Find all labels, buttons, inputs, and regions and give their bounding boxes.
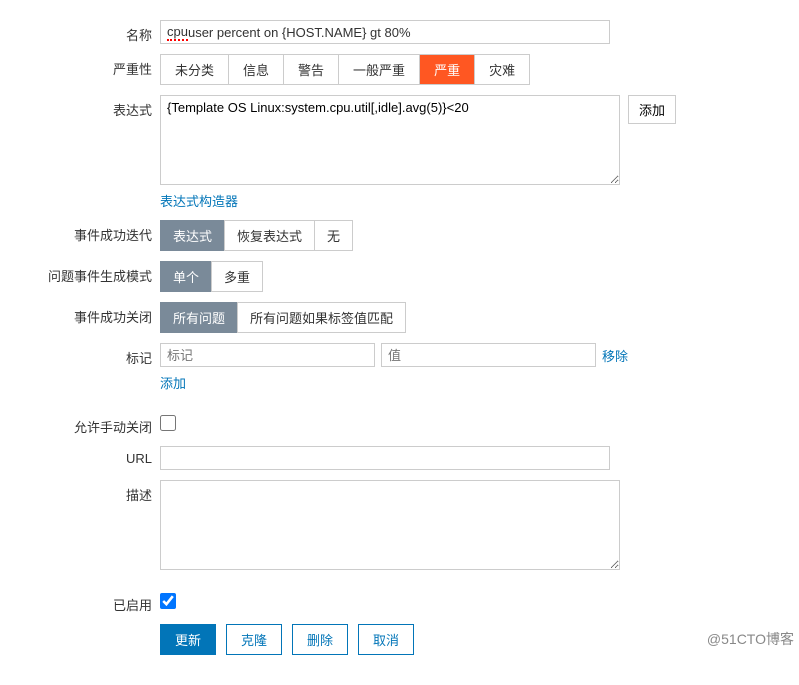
tag-name-input[interactable] bbox=[160, 343, 375, 367]
event-success-iterate-group: 表达式 恢复表达式 无 bbox=[160, 220, 353, 251]
clone-button[interactable]: 克隆 bbox=[226, 624, 282, 655]
update-button[interactable]: 更新 bbox=[160, 624, 216, 655]
problem-event-mode-group: 单个 多重 bbox=[160, 261, 263, 292]
url-label: URL bbox=[10, 446, 160, 466]
allow-manual-close-checkbox[interactable] bbox=[160, 415, 176, 431]
cancel-button[interactable]: 取消 bbox=[358, 624, 414, 655]
severity-unclassified[interactable]: 未分类 bbox=[161, 55, 229, 84]
expression-textarea[interactable]: {Template OS Linux:system.cpu.util[,idle… bbox=[160, 95, 620, 185]
delete-button[interactable]: 删除 bbox=[292, 624, 348, 655]
iterate-recovery-expression[interactable]: 恢复表达式 bbox=[224, 220, 315, 251]
severity-group: 未分类 信息 警告 一般严重 严重 灾难 bbox=[160, 54, 530, 85]
enabled-checkbox[interactable] bbox=[160, 593, 176, 609]
severity-disaster[interactable]: 灾难 bbox=[475, 55, 529, 84]
expression-constructor-link[interactable]: 表达式构造器 bbox=[160, 194, 238, 209]
mode-single[interactable]: 单个 bbox=[160, 261, 212, 292]
severity-label: 严重性 bbox=[10, 54, 160, 78]
tag-remove-link[interactable]: 移除 bbox=[602, 346, 628, 365]
event-success-iterate-label: 事件成功迭代 bbox=[10, 220, 160, 244]
name-input-wrapper[interactable]: cpu user percent on {HOST.NAME} gt 80% bbox=[160, 20, 610, 44]
spacer bbox=[10, 624, 160, 629]
url-input[interactable] bbox=[160, 446, 610, 470]
expression-add-button[interactable]: 添加 bbox=[628, 95, 676, 124]
problem-event-mode-label: 问题事件生成模式 bbox=[10, 261, 160, 285]
allow-manual-close-label: 允许手动关闭 bbox=[10, 412, 160, 436]
event-success-close-group: 所有问题 所有问题如果标签值匹配 bbox=[160, 302, 406, 333]
close-all-problems[interactable]: 所有问题 bbox=[160, 302, 238, 333]
description-textarea[interactable] bbox=[160, 480, 620, 570]
mode-multiple[interactable]: 多重 bbox=[211, 261, 263, 292]
expression-label: 表达式 bbox=[10, 95, 160, 119]
iterate-expression[interactable]: 表达式 bbox=[160, 220, 225, 251]
tag-value-input[interactable] bbox=[381, 343, 596, 367]
name-input-rest: user percent on {HOST.NAME} gt 80% bbox=[188, 25, 411, 40]
description-label: 描述 bbox=[10, 480, 160, 504]
severity-average[interactable]: 一般严重 bbox=[339, 55, 420, 84]
close-all-problems-if-tag[interactable]: 所有问题如果标签值匹配 bbox=[237, 302, 406, 333]
name-label: 名称 bbox=[10, 20, 160, 44]
severity-high[interactable]: 严重 bbox=[420, 55, 475, 84]
iterate-none[interactable]: 无 bbox=[314, 220, 353, 251]
severity-info[interactable]: 信息 bbox=[229, 55, 284, 84]
watermark: @51CTO博客 bbox=[707, 629, 794, 649]
severity-warning[interactable]: 警告 bbox=[284, 55, 339, 84]
event-success-close-label: 事件成功关闭 bbox=[10, 302, 160, 326]
enabled-label: 已启用 bbox=[10, 590, 160, 614]
tags-label: 标记 bbox=[10, 343, 160, 367]
tag-add-link[interactable]: 添加 bbox=[160, 376, 186, 391]
name-input-prefix: cpu bbox=[167, 24, 188, 41]
